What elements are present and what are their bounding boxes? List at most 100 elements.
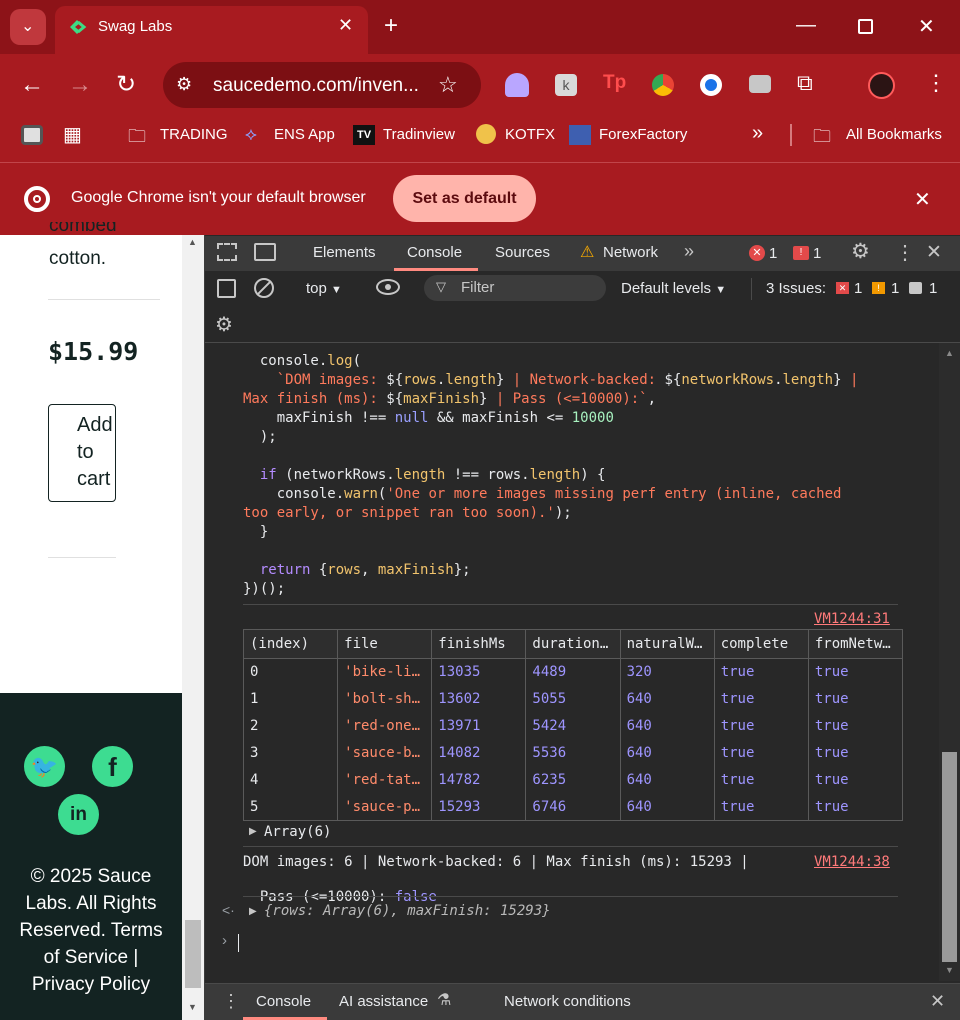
extension-chrome-icon[interactable] [652, 74, 674, 96]
expand-array-icon[interactable]: ▶ [249, 826, 257, 837]
new-tab-icon[interactable]: + [384, 12, 398, 40]
code-line: maxFinish !== null && maxFinish <= 10000 [243, 410, 614, 426]
bookmark-forexfactory[interactable]: ForexFactory [599, 126, 687, 143]
source-link[interactable]: VM1244:31 [814, 611, 890, 627]
context-value: top [306, 280, 327, 297]
extension-tp-icon[interactable]: Tp [603, 72, 626, 94]
tab-elements[interactable]: Elements [313, 244, 376, 261]
extension-blue-icon[interactable] [700, 74, 722, 96]
add-to-cart-button[interactable]: Add to cart [48, 404, 116, 502]
close-drawer-icon[interactable]: ✕ [930, 991, 945, 1012]
scrollbar-thumb[interactable] [942, 752, 957, 962]
column-header[interactable]: finishMs [431, 629, 527, 659]
device-toolbar-icon[interactable] [254, 243, 276, 261]
set-as-default-button[interactable]: Set as default [393, 175, 536, 222]
close-window-icon[interactable]: ✕ [918, 14, 935, 39]
filter-input[interactable]: ▽ Filter [424, 275, 606, 301]
maximize-icon[interactable] [858, 19, 873, 34]
error-icon: ✕ [749, 245, 765, 261]
issue-warning-icon: ! [872, 282, 885, 294]
close-devtools-icon[interactable]: ✕ [926, 241, 942, 264]
settings-gear-icon[interactable]: ⚙ [851, 239, 870, 264]
issues-label[interactable]: 3 Issues: [766, 280, 826, 297]
column-header[interactable]: duration… [525, 629, 621, 659]
console-input-caret[interactable] [238, 934, 239, 952]
bookmark-star-icon[interactable]: ☆ [438, 72, 458, 98]
column-header[interactable]: fromNetw… [808, 629, 904, 659]
console-scrollbar[interactable]: ▲ ▼ [939, 343, 960, 981]
tab-search-button[interactable]: ⌄ [10, 9, 46, 45]
filter-icon: ▽ [436, 279, 446, 294]
scroll-down-icon[interactable]: ▼ [188, 1002, 197, 1012]
facebook-icon[interactable]: f [92, 746, 133, 787]
product-description-tail: combed [49, 222, 117, 235]
drawer-tab-ai-assistance[interactable]: AI assistance [339, 993, 428, 1010]
more-bookmarks-icon[interactable]: » [752, 122, 763, 145]
extension-icon[interactable] [505, 73, 529, 97]
scroll-up-icon[interactable]: ▲ [945, 348, 954, 358]
avatar[interactable] [868, 72, 895, 99]
issues-error-count: 1 [854, 280, 863, 297]
table-row: 3'sauce-b… 14082 5536 640 true true [243, 739, 904, 767]
source-link[interactable]: VM1244:38 [814, 854, 890, 870]
extensions-puzzle-icon[interactable]: ⧉ [797, 70, 813, 96]
infobar-close-icon[interactable]: ✕ [914, 187, 931, 212]
scroll-down-icon[interactable]: ▼ [945, 965, 954, 975]
console-settings-icon[interactable]: ⚙ [215, 312, 233, 337]
table-cell: true [808, 658, 904, 686]
table-cell: 2 [243, 712, 339, 740]
tradingview-icon: TV [353, 125, 375, 145]
bookmark-kotfx[interactable]: KOTFX [505, 126, 555, 143]
column-header[interactable]: naturalW… [620, 629, 715, 659]
bookmark-trading[interactable]: TRADING [160, 126, 228, 143]
twitter-icon[interactable]: 🐦 [24, 746, 65, 787]
live-expression-eye-icon[interactable] [376, 279, 400, 295]
sidebar-toggle-icon[interactable] [217, 279, 236, 298]
divider [48, 557, 116, 558]
return-object[interactable]: {rows: Array(6), maxFinish: 15293} [264, 903, 551, 919]
app-icon[interactable] [21, 125, 43, 145]
scroll-up-icon[interactable]: ▲ [188, 237, 197, 247]
close-tab-icon[interactable]: ✕ [338, 15, 353, 36]
issue-info-icon [909, 282, 922, 294]
expand-object-icon[interactable]: ▶ [249, 906, 257, 917]
all-bookmarks[interactable]: All Bookmarks [846, 126, 942, 143]
bookmark-tradinview[interactable]: Tradinview [383, 126, 455, 143]
drawer-menu-icon[interactable]: ⋮ [222, 991, 240, 1012]
column-header[interactable]: file [337, 629, 433, 659]
warning-badge-icon: ! [793, 246, 809, 260]
tab-console[interactable]: Console [407, 244, 462, 261]
minimize-icon[interactable]: — [796, 14, 816, 37]
scrollbar-thumb[interactable] [185, 920, 201, 988]
tab-sources[interactable]: Sources [495, 244, 550, 261]
table-cell: 4 [243, 766, 339, 794]
browser-menu-icon[interactable]: ⋮ [925, 70, 947, 96]
array-label[interactable]: Array(6) [264, 824, 331, 840]
warning-icon: ⚠ [580, 244, 595, 261]
warning-count[interactable]: 1 [813, 245, 821, 262]
more-tabs-icon[interactable]: » [684, 241, 694, 262]
clear-console-icon[interactable] [254, 278, 274, 298]
back-icon[interactable]: ← [20, 71, 44, 99]
devtools-menu-icon[interactable]: ⋮ [895, 240, 915, 265]
column-header[interactable]: complete [714, 629, 809, 659]
extension-k-icon[interactable]: k [555, 74, 577, 96]
table-cell: 640 [620, 739, 715, 767]
log-levels-dropdown[interactable]: Default levels ▼ [621, 280, 726, 297]
table-row: 1'bolt-sh… 13602 5055 640 true true [243, 685, 904, 713]
linkedin-icon[interactable]: in [58, 794, 99, 835]
extension-camera-icon[interactable] [749, 75, 771, 93]
column-header[interactable]: (index) [243, 629, 339, 659]
context-selector[interactable]: top ▼ [306, 280, 342, 297]
site-info-icon[interactable]: ⚙ [176, 74, 192, 95]
error-count[interactable]: 1 [769, 245, 777, 262]
drawer-tab-network-conditions[interactable]: Network conditions [504, 993, 631, 1010]
page-scrollbar[interactable]: ▲ ▼ [182, 235, 204, 1020]
inspect-element-icon[interactable] [217, 243, 237, 261]
url-text[interactable]: saucedemo.com/inven... [213, 75, 419, 97]
tab-network[interactable]: Network [603, 244, 658, 261]
apps-grid-icon[interactable]: ▦ [63, 122, 82, 147]
bookmark-ens-app[interactable]: ENS App [274, 126, 335, 143]
drawer-tab-console[interactable]: Console [256, 993, 311, 1010]
reload-icon[interactable]: ↻ [116, 70, 136, 99]
